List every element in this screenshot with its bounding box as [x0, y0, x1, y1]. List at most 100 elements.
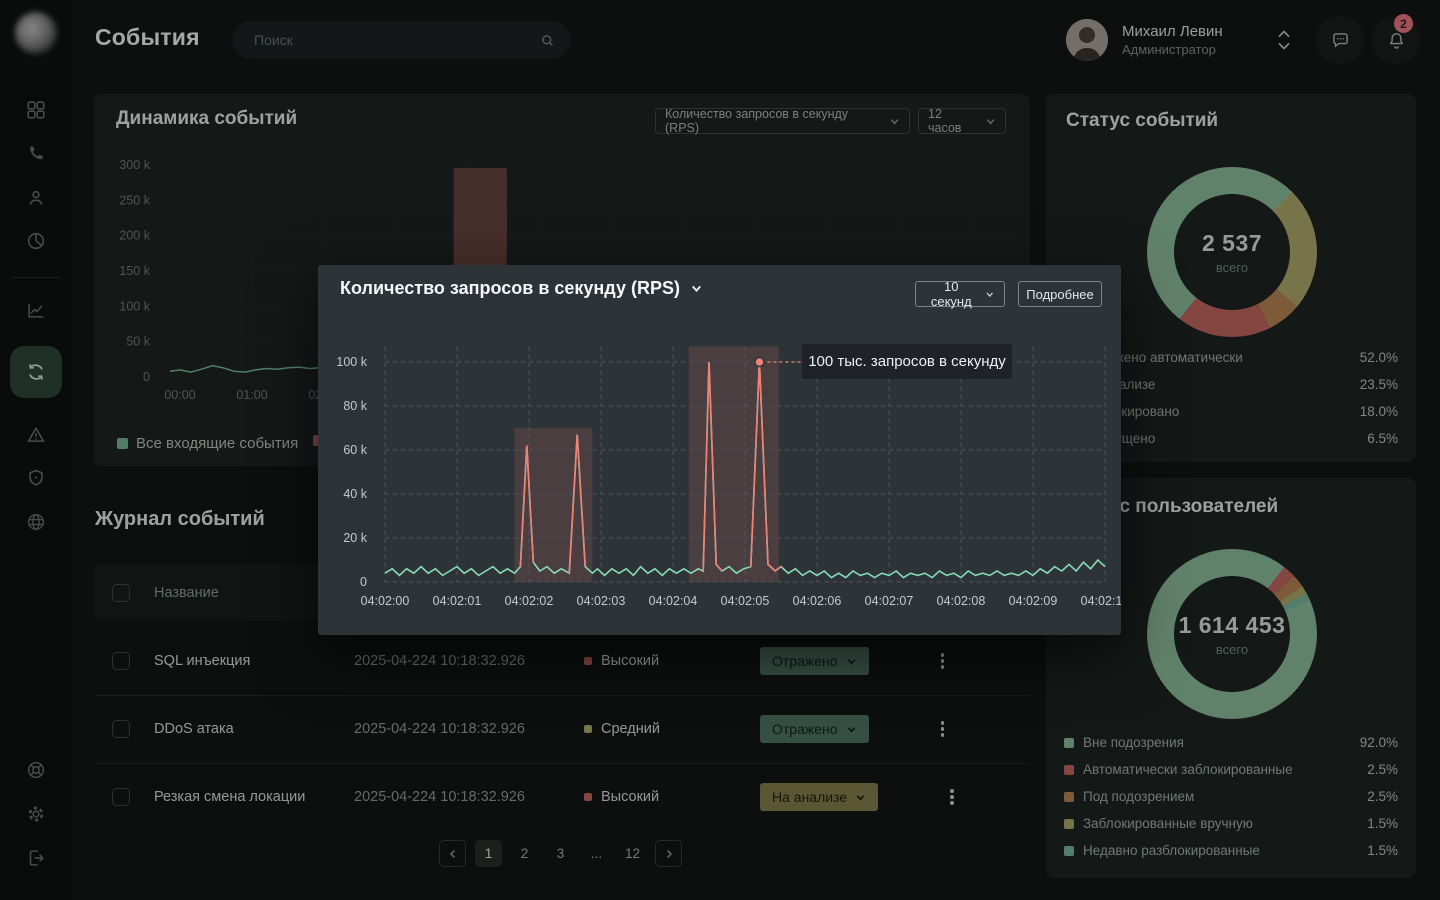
- sidebar-item-security[interactable]: [16, 458, 56, 498]
- sidebar-item-calls[interactable]: [16, 134, 56, 174]
- user-status-legend: Вне подозрения92.0% Автоматически заблок…: [1064, 735, 1398, 858]
- sidebar-item-users[interactable]: [16, 178, 56, 218]
- rps-modal: Количество запросов в секунду (RPS) 10 с…: [318, 265, 1121, 635]
- sidebar-item-logout[interactable]: [16, 838, 56, 878]
- event-status-donut: 2 537 всего: [1147, 167, 1317, 337]
- event-name: DDoS атака: [154, 721, 354, 737]
- row-menu-button[interactable]: [942, 789, 962, 805]
- severity-label: Средний: [601, 721, 660, 737]
- next-page-button[interactable]: [655, 840, 682, 867]
- legend-percent: 52.0%: [1360, 350, 1398, 365]
- gear-icon: [25, 803, 47, 825]
- legend-label: Недавно разблокированные: [1083, 843, 1260, 858]
- user-name: Михаил Левин: [1122, 23, 1223, 40]
- user-status-donut: 1 614 453 всего: [1147, 549, 1317, 719]
- status-label: Отражено: [772, 653, 838, 669]
- row-checkbox[interactable]: [112, 652, 130, 670]
- legend-item: Автоматически заблокированные2.5%: [1064, 762, 1398, 777]
- sidebar-item-analytics[interactable]: [16, 290, 56, 330]
- status-dropdown[interactable]: На анализе: [760, 783, 878, 811]
- sidebar-item-network[interactable]: [16, 502, 56, 542]
- svg-text:0: 0: [143, 370, 150, 384]
- legend-percent: 92.0%: [1360, 735, 1398, 750]
- row-menu-button[interactable]: [933, 721, 953, 737]
- svg-text:04:02:06: 04:02:06: [793, 594, 842, 608]
- table-row[interactable]: DDoS атака 2025-04-224 10:18:32.926 Сред…: [94, 695, 1030, 763]
- svg-text:04:02:08: 04:02:08: [937, 594, 986, 608]
- avatar[interactable]: [1066, 19, 1108, 61]
- sidebar-item-events-active[interactable]: [10, 346, 62, 398]
- row-checkbox[interactable]: [112, 720, 130, 738]
- row-menu-button[interactable]: [933, 653, 953, 669]
- page-button-3[interactable]: 3: [547, 840, 574, 867]
- notifications-count-badge: 2: [1394, 14, 1413, 33]
- line-chart-icon: [25, 299, 47, 321]
- legend-item: Вне подозрения92.0%: [1064, 735, 1398, 750]
- search-input[interactable]: [252, 31, 539, 49]
- page-button-12[interactable]: 12: [619, 840, 646, 867]
- svg-text:04:02:02: 04:02:02: [505, 594, 554, 608]
- svg-text:01:00: 01:00: [236, 388, 267, 402]
- legend-label: Все входящие события: [136, 435, 298, 452]
- legend-percent: 1.5%: [1367, 843, 1398, 858]
- sync-icon: [24, 360, 48, 384]
- shield-icon: [25, 467, 47, 489]
- sidebar-item-settings[interactable]: [16, 794, 56, 834]
- status-label: Отражено: [772, 721, 838, 737]
- messages-button[interactable]: [1316, 16, 1364, 64]
- severity-dot: [584, 657, 592, 665]
- sidebar-item-support[interactable]: [16, 750, 56, 790]
- row-checkbox[interactable]: [112, 788, 130, 806]
- legend-swatch: [1064, 765, 1074, 775]
- sidebar-item-dashboard[interactable]: [16, 90, 56, 130]
- sidebar-divider: [12, 277, 60, 278]
- user-menu-chevrons[interactable]: [1276, 27, 1292, 53]
- legend-percent: 1.5%: [1367, 816, 1398, 831]
- legend-percent: 18.0%: [1360, 404, 1398, 419]
- legend-label: Заблокированные вручную: [1083, 816, 1253, 831]
- svg-text:0: 0: [360, 575, 367, 589]
- svg-text:20 k: 20 k: [343, 531, 367, 545]
- legend-percent: 2.5%: [1367, 762, 1398, 777]
- column-name: Название: [154, 585, 219, 601]
- app-logo: [15, 12, 57, 54]
- select-all-checkbox[interactable]: [112, 584, 130, 602]
- svg-text:04:02:03: 04:02:03: [577, 594, 626, 608]
- legend-item: Под подозрением2.5%: [1064, 789, 1398, 804]
- help-ring-icon: [25, 759, 47, 781]
- sidebar: [0, 0, 72, 900]
- table-row[interactable]: Резкая смена локации 2025-04-224 10:18:3…: [94, 763, 1030, 831]
- event-status-total: 2 537: [1202, 230, 1262, 257]
- status-dropdown[interactable]: Отражено: [760, 647, 869, 675]
- svg-text:04:02:09: 04:02:09: [1009, 594, 1058, 608]
- svg-text:40 k: 40 k: [343, 487, 367, 501]
- svg-text:60 k: 60 k: [343, 443, 367, 457]
- svg-text:200 k: 200 k: [119, 229, 150, 243]
- event-status-total-label: всего: [1216, 260, 1248, 275]
- svg-text:100 k: 100 k: [336, 355, 367, 369]
- svg-text:04:02:01: 04:02:01: [433, 594, 482, 608]
- sidebar-item-reports[interactable]: [16, 221, 56, 261]
- page-button-2[interactable]: 2: [511, 840, 538, 867]
- legend-swatch: [1064, 738, 1074, 748]
- user-icon: [25, 187, 47, 209]
- status-dropdown[interactable]: Отражено: [760, 715, 869, 743]
- user-status-total: 1 614 453: [1179, 612, 1286, 639]
- journal-title: Журнал событий: [95, 508, 265, 531]
- table-row[interactable]: SQL инъекция 2025-04-224 10:18:32.926 Вы…: [94, 627, 1030, 695]
- page-button-1[interactable]: 1: [475, 840, 502, 867]
- legend-swatch: [1064, 846, 1074, 856]
- severity-dot: [584, 725, 592, 733]
- legend-swatch: [1064, 792, 1074, 802]
- svg-text:50 k: 50 k: [126, 335, 150, 349]
- user-role: Администратор: [1122, 42, 1216, 57]
- legend-item: Недавно разблокированные 1.5%: [1064, 843, 1398, 858]
- legend-swatch: [1064, 819, 1074, 829]
- globe-icon: [25, 511, 47, 533]
- search-bar[interactable]: [232, 21, 570, 59]
- sidebar-item-alerts[interactable]: [16, 415, 56, 455]
- svg-text:300 k: 300 k: [119, 158, 150, 172]
- pie-chart-icon: [25, 230, 47, 252]
- svg-text:00:00: 00:00: [164, 388, 195, 402]
- prev-page-button[interactable]: [439, 840, 466, 867]
